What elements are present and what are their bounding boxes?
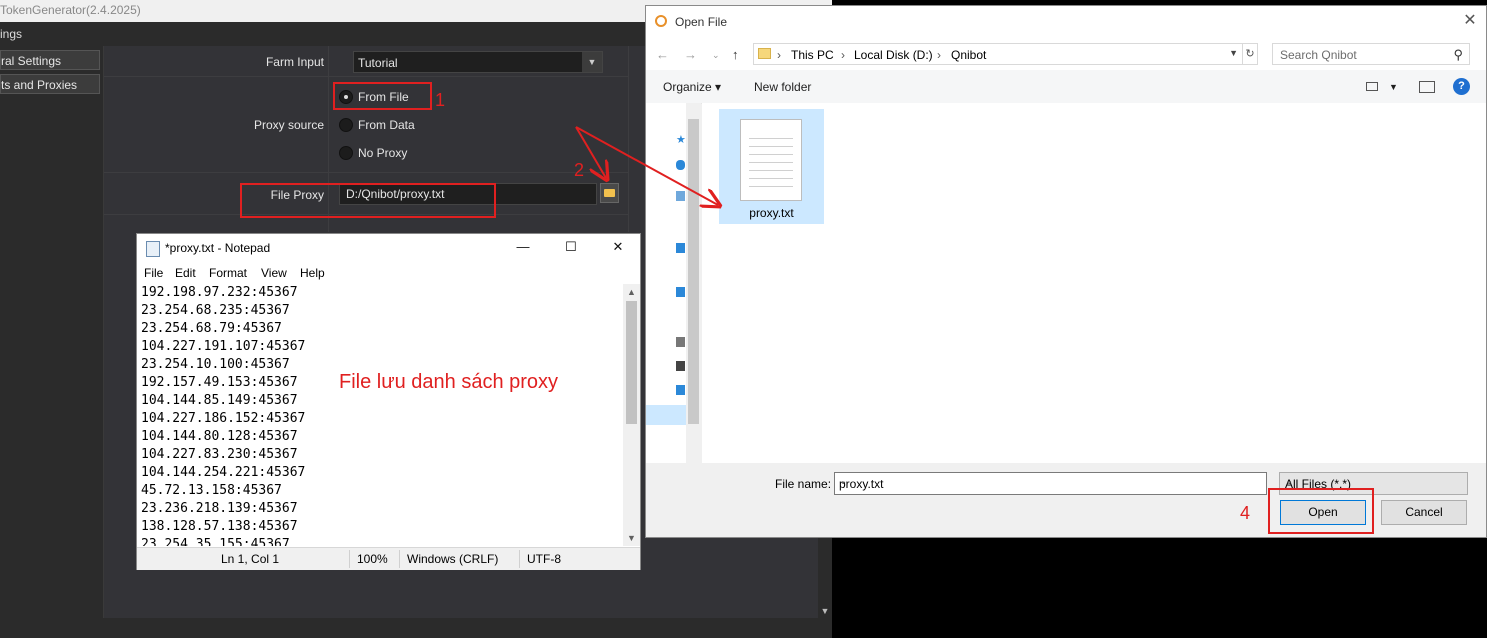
annotation-arrows bbox=[575, 126, 1487, 638]
arrow-to-file bbox=[575, 126, 718, 205]
